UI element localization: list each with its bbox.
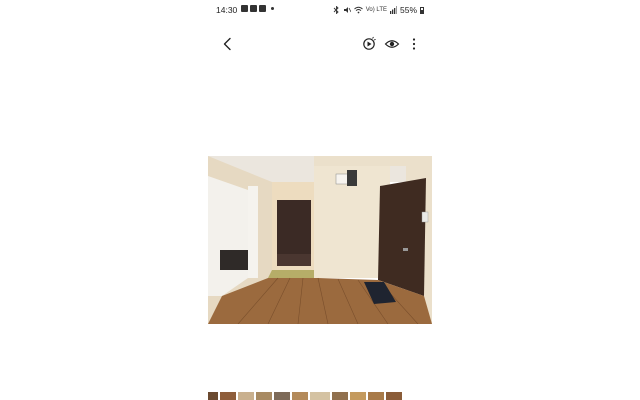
system-icons: Vo) LTE 55% (333, 5, 424, 15)
more-icon[interactable] (406, 36, 422, 52)
thumbnail[interactable] (238, 392, 254, 400)
wifi-icon (353, 6, 363, 14)
network-label: Vo) LTE (365, 7, 387, 13)
status-time: 14:30 (216, 5, 238, 15)
notification-icons (241, 5, 274, 12)
thumbnail[interactable] (332, 392, 348, 400)
more-notifications-dot (271, 7, 274, 10)
signal-icon (389, 6, 397, 14)
photo-dresser (220, 250, 248, 270)
photo-bench (277, 254, 311, 266)
thumbnail-strip (208, 392, 432, 400)
bluetooth-icon (333, 6, 339, 14)
photo-electric-box (347, 170, 357, 186)
thumbnail[interactable] (310, 392, 330, 400)
mail-icon (250, 5, 257, 12)
battery-icon (420, 6, 424, 14)
remaster-icon[interactable] (361, 36, 377, 52)
thumbnail[interactable] (386, 392, 402, 400)
photo-door-handle (403, 248, 408, 251)
thumbnail[interactable] (368, 392, 384, 400)
thumbnail[interactable] (208, 392, 218, 400)
photo-left-room (208, 176, 248, 296)
photo-hallway[interactable] (208, 156, 432, 324)
thumbnail[interactable] (220, 392, 236, 400)
mute-icon (343, 7, 351, 13)
check-icon (259, 5, 266, 12)
screen: 14:30 Vo) LTE 55% (0, 0, 640, 400)
photo-coat-rack (277, 200, 311, 256)
phone-screen: 14:30 Vo) LTE 55% (208, 0, 432, 400)
visibility-icon[interactable] (384, 36, 400, 52)
viewer-toolbar (208, 32, 432, 56)
thumbnail[interactable] (274, 392, 290, 400)
photo-intercom (421, 211, 429, 223)
photo-tiles (268, 270, 318, 278)
photo-front-door (378, 178, 426, 296)
battery-percent: 55% (399, 5, 417, 15)
gallery-icon (241, 5, 248, 12)
thumbnail[interactable] (350, 392, 366, 400)
photo-door-frame (248, 186, 258, 278)
back-icon[interactable] (220, 36, 236, 52)
thumbnail[interactable] (256, 392, 272, 400)
status-bar: 14:30 Vo) LTE 55% (208, 0, 432, 18)
thumbnail[interactable] (292, 392, 308, 400)
